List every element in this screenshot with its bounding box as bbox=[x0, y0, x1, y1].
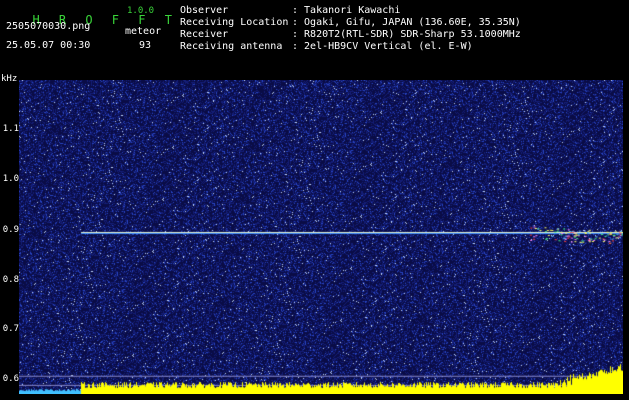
y-tick-label: 0.6 bbox=[2, 374, 19, 384]
info-value-receiver: : R820T2(RTL-SDR) SDR-Sharp 53.1000MHz bbox=[292, 29, 521, 40]
y-tick-label: 0.7 bbox=[2, 324, 19, 334]
meteor-label: meteor bbox=[125, 26, 162, 37]
info-label-antenna: Receiving antenna bbox=[180, 41, 283, 52]
info-label-observer: Observer bbox=[180, 5, 229, 16]
y-tick-label: 1.1 bbox=[2, 124, 19, 134]
info-label-receiver: Receiver bbox=[180, 29, 229, 40]
meteor-count: 93 bbox=[139, 40, 152, 51]
spectrogram-canvas bbox=[19, 80, 623, 394]
app-version: 1.0.0 bbox=[127, 6, 155, 16]
y-axis-unit: kHz bbox=[1, 74, 18, 84]
info-value-observer: : Takanori Kawachi bbox=[292, 5, 401, 16]
capture-filename: 2505070030.png bbox=[6, 21, 91, 32]
capture-datetime: 25.05.07 00:30 bbox=[6, 40, 91, 51]
info-label-location: Receiving Location bbox=[180, 17, 289, 28]
y-tick-label: 1.0 bbox=[2, 174, 19, 184]
spectrogram-plot bbox=[19, 80, 623, 394]
y-tick-label: 0.9 bbox=[2, 225, 19, 235]
info-value-location: : Ogaki, Gifu, JAPAN (136.60E, 35.35N) bbox=[292, 17, 521, 28]
y-tick-label: 0.8 bbox=[2, 275, 19, 285]
info-value-antenna: : 2el-HB9CV Vertical (el. E-W) bbox=[292, 41, 473, 52]
